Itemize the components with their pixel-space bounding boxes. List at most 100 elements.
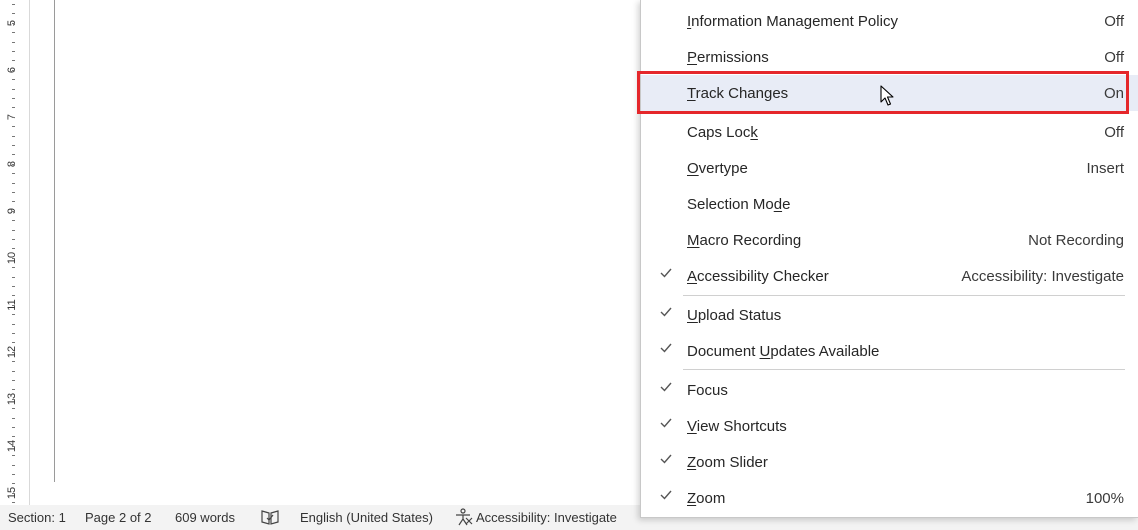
document-canvas[interactable] [30, 0, 640, 505]
checkmark-icon [660, 305, 672, 317]
menu-item[interactable]: Information Management Policy Off [641, 3, 1138, 39]
ruler-tick [12, 333, 15, 334]
page-left-edge [54, 0, 55, 482]
ruler-tick [12, 248, 15, 249]
checkmark-icon [660, 380, 672, 392]
menu-separator [683, 369, 1125, 370]
menu-item-value: Insert [1086, 160, 1124, 177]
ruler-tick [12, 352, 15, 353]
menu-item-value: Off [1104, 49, 1124, 66]
menu-item[interactable]: Macro Recording Not Recording [641, 222, 1138, 258]
ruler-tick [12, 493, 15, 494]
ruler-tick [12, 70, 15, 71]
ruler-tick [12, 389, 15, 390]
ruler-tick [12, 164, 15, 165]
menu-item-label: Document Updates Available [687, 343, 879, 360]
label-text: Caps Loc [687, 124, 751, 141]
menu-item[interactable]: Document Updates Available [641, 333, 1138, 369]
access-key: U [687, 307, 698, 324]
menu-item[interactable]: View Shortcuts [641, 408, 1138, 444]
vertical-ruler[interactable]: 5 6 7 8 9 10 11 12 13 14 15 [0, 0, 30, 505]
label-text: e [782, 196, 791, 213]
ruler-tick [12, 201, 15, 202]
menu-item[interactable]: Zoom 100% [641, 480, 1138, 516]
menu-item-label: Selection Mode [687, 196, 790, 213]
menu-item-label: Overtype [687, 160, 748, 177]
status-section[interactable]: Section: 1 [8, 510, 66, 525]
ruler-tick [12, 371, 15, 372]
menu-item-label: Accessibility Checker [687, 268, 829, 285]
ruler-tick [12, 239, 15, 240]
menu-item-value: Off [1104, 13, 1124, 30]
label-text: nformation Management Policy [691, 13, 898, 30]
ruler-tick [12, 455, 15, 456]
ruler-tick [12, 446, 15, 447]
ruler-tick [12, 79, 15, 80]
status-accessibility[interactable]: Accessibility: Investigate [476, 510, 617, 525]
ruler-tick [12, 89, 15, 90]
book-check-icon[interactable] [260, 508, 280, 529]
ruler-tick [12, 314, 15, 315]
label-text: iew Shortcuts [696, 418, 787, 435]
ruler-tick [12, 427, 15, 428]
menu-item-label: Information Management Policy [687, 13, 898, 30]
menu-item[interactable]: Zoom Slider [641, 444, 1138, 480]
ruler-tick [12, 32, 15, 33]
menu-item-label: Zoom Slider [687, 454, 768, 471]
ruler-tick [12, 267, 15, 268]
menu-item[interactable]: Selection Mode [641, 186, 1138, 222]
label-text: acro Recording [699, 232, 802, 249]
ruler-tick [12, 408, 15, 409]
ruler-tick [12, 13, 15, 14]
label-text: Focus [687, 382, 728, 399]
checkmark-icon [660, 266, 672, 278]
status-page-number[interactable]: Page 2 of 2 [85, 510, 152, 525]
ruler-tick [12, 258, 15, 259]
ruler-tick [12, 361, 15, 362]
ruler-tick [12, 436, 15, 437]
menu-item[interactable]: Permissions Off [641, 39, 1138, 75]
checkmark-icon [660, 452, 672, 464]
label-text: oom [696, 490, 726, 507]
ruler-tick [12, 51, 15, 52]
status-language[interactable]: English (United States) [300, 510, 433, 525]
menu-item-label: View Shortcuts [687, 418, 787, 435]
checkmark-icon [660, 488, 672, 500]
access-key: d [773, 196, 783, 213]
label-text: ccessibility Checker [697, 268, 829, 285]
ruler-tick [12, 145, 15, 146]
status-word-count[interactable]: 609 words [175, 510, 235, 525]
menu-separator [683, 295, 1125, 296]
ruler-tick [12, 154, 15, 155]
menu-item[interactable]: Upload Status [641, 297, 1138, 333]
ruler-tick [12, 305, 15, 306]
ruler-tick [12, 483, 15, 484]
ruler-tick [12, 173, 15, 174]
label-text: vertype [698, 160, 748, 177]
ruler-tick [12, 286, 15, 287]
label-text: ermissions [697, 49, 769, 66]
checkmark-icon [660, 416, 672, 428]
menu-item[interactable]: Overtype Insert [641, 150, 1138, 186]
label-text: pload Status [697, 307, 782, 324]
ruler-tick [12, 126, 15, 127]
menu-item-label: Permissions [687, 49, 769, 66]
access-key: M [687, 232, 700, 249]
ruler-tick [12, 380, 15, 381]
ruler-tick [12, 60, 15, 61]
access-key: P [687, 49, 698, 66]
ruler-tick [12, 211, 15, 212]
ruler-tick [12, 295, 15, 296]
access-key: O [687, 160, 699, 177]
ruler-tick [12, 399, 15, 400]
ruler-tick [12, 418, 15, 419]
menu-item[interactable]: Caps Lock Off [641, 114, 1138, 150]
accessibility-icon[interactable] [454, 508, 474, 529]
label-text: pdates Available [770, 343, 880, 360]
access-key: Z [687, 490, 697, 507]
menu-item[interactable]: Focus [641, 372, 1138, 408]
ruler-tick [12, 502, 15, 503]
ruler-tick [12, 136, 15, 137]
menu-item[interactable]: Accessibility Checker Accessibility: Inve… [641, 258, 1138, 294]
menu-item-value: Accessibility: Investigate [961, 268, 1124, 285]
